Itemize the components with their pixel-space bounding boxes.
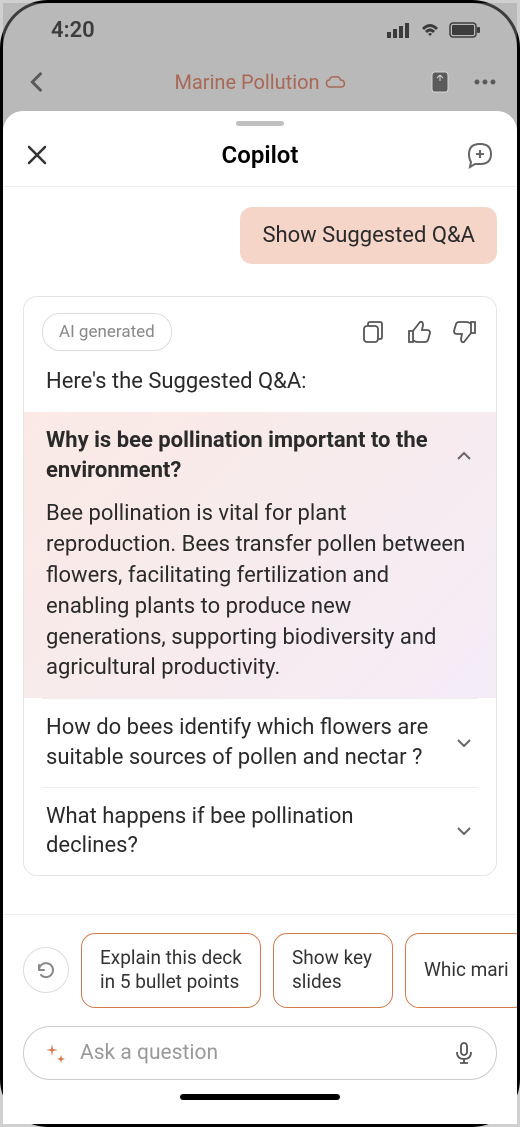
mic-icon[interactable]: [452, 1041, 476, 1065]
chevron-down-icon: [454, 733, 474, 753]
cloud-icon: [326, 75, 346, 89]
chevron-down-icon: [454, 821, 474, 841]
refresh-button[interactable]: [23, 947, 69, 993]
refresh-icon: [35, 959, 57, 981]
sheet-grabber[interactable]: [236, 121, 284, 126]
suggestion-label: Show key slides: [292, 946, 374, 995]
ask-input[interactable]: Ask a question: [23, 1026, 497, 1080]
suggestion-chip[interactable]: Explain this deck in 5 bullet points: [81, 933, 261, 1008]
close-icon[interactable]: [25, 143, 49, 167]
app-header: Marine Pollution: [3, 57, 517, 107]
more-icon[interactable]: [473, 78, 497, 86]
ai-generated-badge: AI generated: [42, 313, 172, 351]
suggestion-label: Explain this deck in 5 bullet points: [100, 946, 242, 995]
chat-body: Show Suggested Q&A AI generated Here's t…: [3, 187, 517, 914]
home-indicator[interactable]: [180, 1094, 340, 1100]
battery-icon: [449, 22, 481, 38]
bottom-area: Explain this deck in 5 bullet points Sho…: [3, 914, 517, 1124]
qa-item[interactable]: How do bees identify which flowers are s…: [42, 698, 478, 786]
copilot-sheet: Copilot Show Suggested Q&A AI generated …: [3, 111, 517, 1124]
qa-item-expanded[interactable]: Why is bee pollination important to the …: [24, 412, 496, 698]
new-chat-icon[interactable]: [465, 140, 495, 170]
user-message: Show Suggested Q&A: [240, 207, 497, 264]
thumbs-up-icon[interactable]: [406, 319, 432, 345]
thumbs-down-icon[interactable]: [452, 319, 478, 345]
qa-question: Why is bee pollination important to the …: [46, 426, 442, 485]
qa-answer: Bee pollination is vital for plant repro…: [46, 499, 474, 684]
sparkle-icon: [44, 1042, 66, 1064]
back-icon[interactable]: [23, 68, 51, 96]
qa-question: How do bees identify which flowers are s…: [46, 713, 442, 772]
cellular-icon: [387, 22, 411, 38]
chevron-up-icon: [454, 446, 474, 466]
share-icon[interactable]: [427, 69, 453, 95]
input-placeholder: Ask a question: [80, 1041, 438, 1065]
suggestion-chip[interactable]: Show key slides: [273, 933, 393, 1008]
sheet-header: Copilot: [3, 132, 517, 187]
suggestion-chip[interactable]: Whic mari: [405, 933, 517, 1008]
qa-question: What happens if bee pollination declines…: [46, 802, 442, 861]
suggestions-row: Explain this deck in 5 bullet points Sho…: [3, 933, 517, 1008]
intro-text: Here's the Suggested Q&A:: [42, 369, 478, 394]
status-time: 4:20: [51, 18, 95, 43]
suggestion-label: Whic mari: [424, 958, 509, 983]
qa-item[interactable]: What happens if bee pollination declines…: [42, 787, 478, 875]
ai-response-card: AI generated Here's the Suggested Q&A: W…: [23, 296, 497, 876]
app-title: Marine Pollution: [174, 70, 345, 94]
app-title-text: Marine Pollution: [174, 70, 319, 94]
copy-icon[interactable]: [360, 319, 386, 345]
status-icons: [387, 22, 481, 38]
wifi-icon: [419, 22, 441, 38]
status-bar: 4:20: [3, 3, 517, 57]
sheet-title: Copilot: [222, 141, 299, 169]
